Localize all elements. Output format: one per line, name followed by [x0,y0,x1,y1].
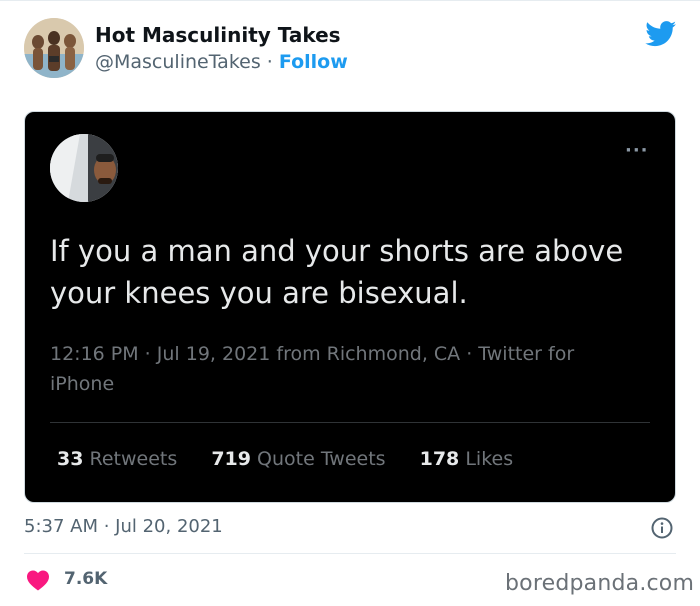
author-avatar[interactable] [24,18,84,78]
separator-dot: · [266,51,273,73]
quote-tweets-stat: 719 Quote Tweets [211,448,391,470]
embedded-divider [50,422,650,423]
more-options-icon[interactable]: ··· [625,140,649,161]
embedded-tweet-stats: 33 Retweets 719 Quote Tweets 178 Likes [57,448,541,470]
author-handle-line: @MasculineTakes · Follow [95,51,348,73]
author-handle[interactable]: @MasculineTakes [95,51,261,73]
info-icon[interactable] [651,517,673,539]
boredpanda-watermark: boredpanda.com [505,571,695,596]
footer-divider [24,553,676,554]
twitter-bird-icon[interactable] [645,21,677,47]
retweets-stat: 33 Retweets [57,448,183,470]
likes-label: Likes [465,448,514,470]
embedded-screenshot: ··· If you a man and your shorts are abo… [24,111,676,503]
likes-stat: 178 Likes [420,448,514,470]
author-name[interactable]: Hot Masculinity Takes [95,23,341,47]
likes-count: 178 [419,448,460,470]
follow-button[interactable]: Follow [279,51,348,73]
embedded-avatar [50,134,118,202]
heart-icon[interactable] [26,569,50,591]
like-count[interactable]: 7.6K [64,569,107,589]
quote-count: 719 [211,448,251,470]
embedded-tweet-text: If you a man and your shorts are above y… [50,234,624,310]
tweet-embed-card: Hot Masculinity Takes @MasculineTakes · … [0,0,700,606]
retweets-label: Retweets [89,448,178,470]
embedded-tweet-meta: 12:16 PM · Jul 19, 2021 from Richmond, C… [50,343,575,395]
tweet-timestamp[interactable]: 5:37 AM · Jul 20, 2021 [24,516,223,537]
retweets-count: 33 [57,448,84,470]
quote-label: Quote Tweets [257,448,386,470]
